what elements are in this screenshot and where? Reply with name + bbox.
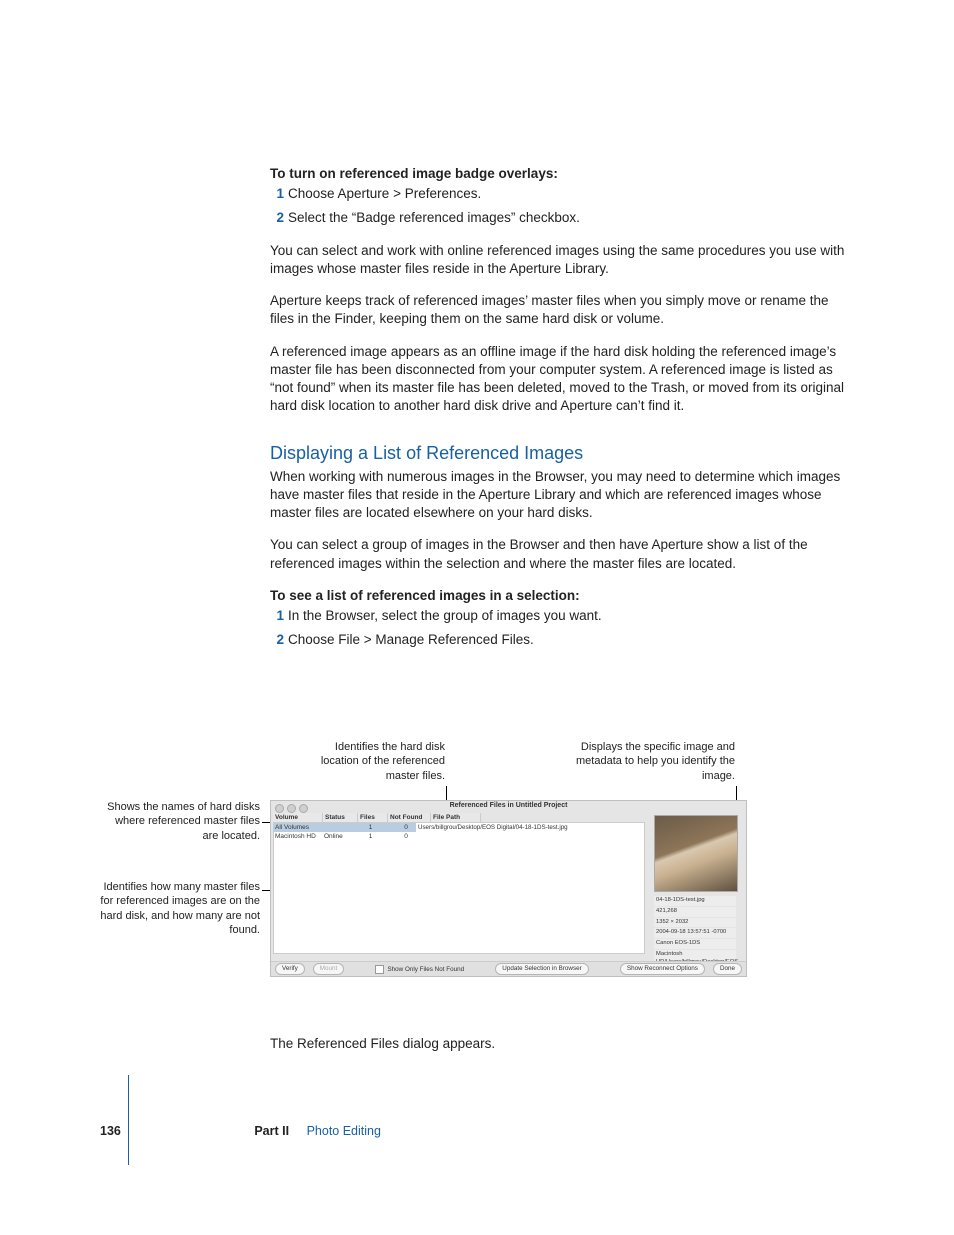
callout-disk-names: Shows the names of hard disks where refe… — [100, 800, 260, 843]
callout-master-file-location: Identifies the hard disk location of the… — [295, 740, 445, 783]
done-button[interactable]: Done — [713, 963, 742, 975]
paragraph: You can select and work with online refe… — [270, 242, 845, 278]
step-1-text: Choose Aperture > Preferences. — [288, 186, 481, 201]
verify-button[interactable]: Verify — [275, 963, 305, 975]
cell-filepath[interactable]: Users/billgrou/Desktop/EOS Digital/04-18… — [416, 823, 640, 832]
step-2b: 2Choose File > Manage Referenced Files. — [288, 631, 845, 649]
cell-files: 1 — [356, 832, 385, 841]
callout-file-counts: Identifies how many master files for ref… — [100, 880, 260, 937]
col-notfound[interactable]: Not Found — [388, 813, 431, 822]
step-2: 2Select the “Badge referenced images” ch… — [288, 209, 845, 227]
procedure-heading-2: To see a list of referenced images in a … — [270, 587, 845, 605]
col-status[interactable]: Status — [323, 813, 358, 822]
paragraph: A referenced image appears as an offline… — [270, 343, 845, 416]
paragraph: Aperture keeps track of referenced image… — [270, 292, 845, 328]
col-filepath[interactable]: File Path — [431, 813, 481, 822]
cell-notfound: 0 — [385, 832, 427, 841]
cell-volume: Macintosh HD — [273, 832, 322, 841]
meta-size: 421,268 — [654, 907, 736, 917]
table-row[interactable]: Macintosh HD Online 1 0 — [273, 832, 538, 841]
show-only-not-found-checkbox[interactable]: Show Only Files Not Found — [375, 965, 464, 974]
procedure-heading-1: To turn on referenced image badge overla… — [270, 165, 845, 183]
file-listbox[interactable] — [273, 822, 645, 954]
footer-rule — [128, 1075, 129, 1165]
meta-date: 2004-09-18 13:57:51 -0700 — [654, 928, 736, 938]
paragraph: When working with numerous images in the… — [270, 468, 845, 523]
mount-button[interactable]: Mount — [313, 963, 345, 975]
section-label: Photo Editing — [307, 1124, 381, 1138]
dialog-toolbar: Verify Mount Show Only Files Not Found U… — [271, 961, 746, 976]
callout-image-preview: Displays the specific image and metadata… — [575, 740, 735, 783]
part-label: Part II — [254, 1124, 289, 1138]
cell-volume: All Volumes — [273, 823, 322, 832]
preview-panel: 04-18-1DS-test.jpg 421,268 1352 × 2032 2… — [654, 815, 736, 960]
step-1b-text: In the Browser, select the group of imag… — [288, 608, 602, 623]
update-selection-button[interactable]: Update Selection in Browser — [495, 963, 588, 975]
col-volume[interactable]: Volume — [273, 813, 323, 822]
step-1: 1Choose Aperture > Preferences. — [288, 185, 845, 203]
cell-status — [322, 823, 356, 832]
checkbox-label: Show Only Files Not Found — [387, 966, 464, 973]
dialog-title: Referenced Files in Untitled Project — [271, 802, 746, 809]
page-footer: 136 Part II Photo Editing — [100, 1124, 381, 1138]
page-number: 136 — [100, 1124, 121, 1138]
section-title: Displaying a List of Referenced Images — [270, 441, 845, 465]
meta-filename: 04-18-1DS-test.jpg — [654, 896, 736, 906]
preview-thumbnail[interactable] — [654, 815, 738, 892]
caption: The Referenced Files dialog appears. — [270, 1036, 495, 1051]
meta-camera: Canon EOS-1DS — [654, 939, 736, 949]
cell-status: Online — [322, 832, 356, 841]
referenced-files-dialog: Referenced Files in Untitled Project Vol… — [270, 800, 747, 977]
col-files[interactable]: Files — [358, 813, 388, 822]
step-1b: 1In the Browser, select the group of ima… — [288, 607, 845, 625]
meta-dimensions: 1352 × 2032 — [654, 918, 736, 928]
step-2-text: Select the “Badge referenced images” che… — [288, 210, 580, 225]
step-2b-text: Choose File > Manage Referenced Files. — [288, 632, 534, 647]
show-reconnect-button[interactable]: Show Reconnect Options — [620, 963, 705, 975]
paragraph: You can select a group of images in the … — [270, 536, 845, 572]
table-header: Volume Status Files Not Found File Path — [273, 813, 538, 822]
cell-files: 1 — [356, 823, 385, 832]
